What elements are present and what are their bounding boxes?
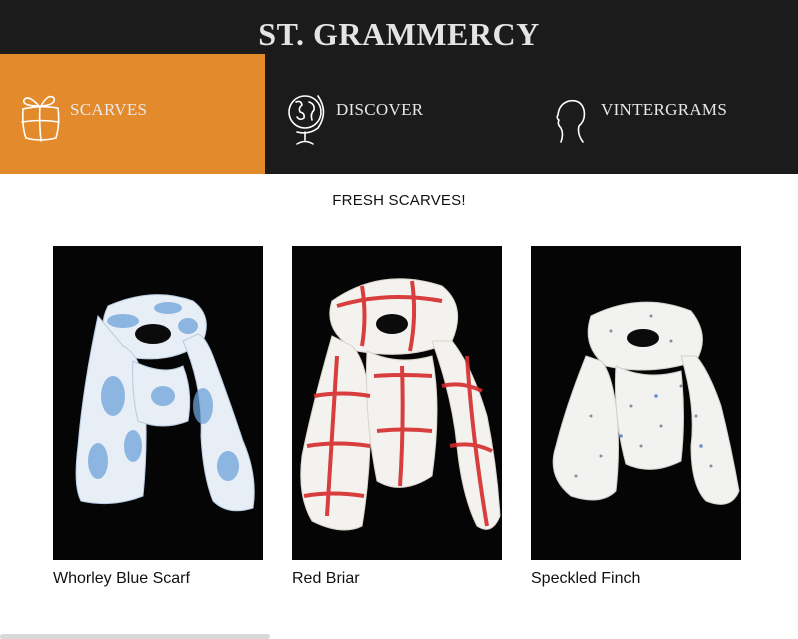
main-nav: SCARVES DISCOVER VINTERGRAMS	[0, 54, 798, 174]
nav-label-vintergrams: VINTERGRAMS	[601, 100, 728, 119]
nav-item-scarves[interactable]: SCARVES	[0, 54, 265, 174]
product-image-speckled-finch[interactable]	[531, 246, 741, 560]
product-card[interactable]: Whorley Blue Scarf	[53, 246, 263, 588]
globe-icon	[285, 90, 327, 155]
product-name[interactable]: Speckled Finch	[531, 570, 741, 588]
product-name[interactable]: Red Briar	[292, 570, 502, 588]
section-heading: FRESH SCARVES!	[332, 192, 466, 209]
site-title[interactable]: ST. GRAMMERCY	[0, 14, 798, 54]
nav-label-scarves: SCARVES	[70, 100, 148, 119]
product-name[interactable]: Whorley Blue Scarf	[53, 570, 263, 588]
product-card[interactable]: Speckled Finch	[531, 246, 741, 588]
product-card[interactable]: Red Briar	[292, 246, 502, 588]
nav-item-vintergrams[interactable]: VINTERGRAMS	[533, 54, 798, 174]
profile-silhouette-icon	[555, 98, 591, 149]
nav-label-discover: DISCOVER	[336, 100, 424, 119]
product-image-red-briar[interactable]	[292, 246, 502, 560]
nav-item-discover[interactable]: DISCOVER	[265, 54, 533, 174]
gift-box-icon	[18, 92, 64, 149]
site-header: ST. GRAMMERCY	[0, 0, 798, 54]
product-image-whorley-blue-scarf[interactable]	[53, 246, 263, 560]
horizontal-scrollbar[interactable]	[0, 634, 270, 639]
